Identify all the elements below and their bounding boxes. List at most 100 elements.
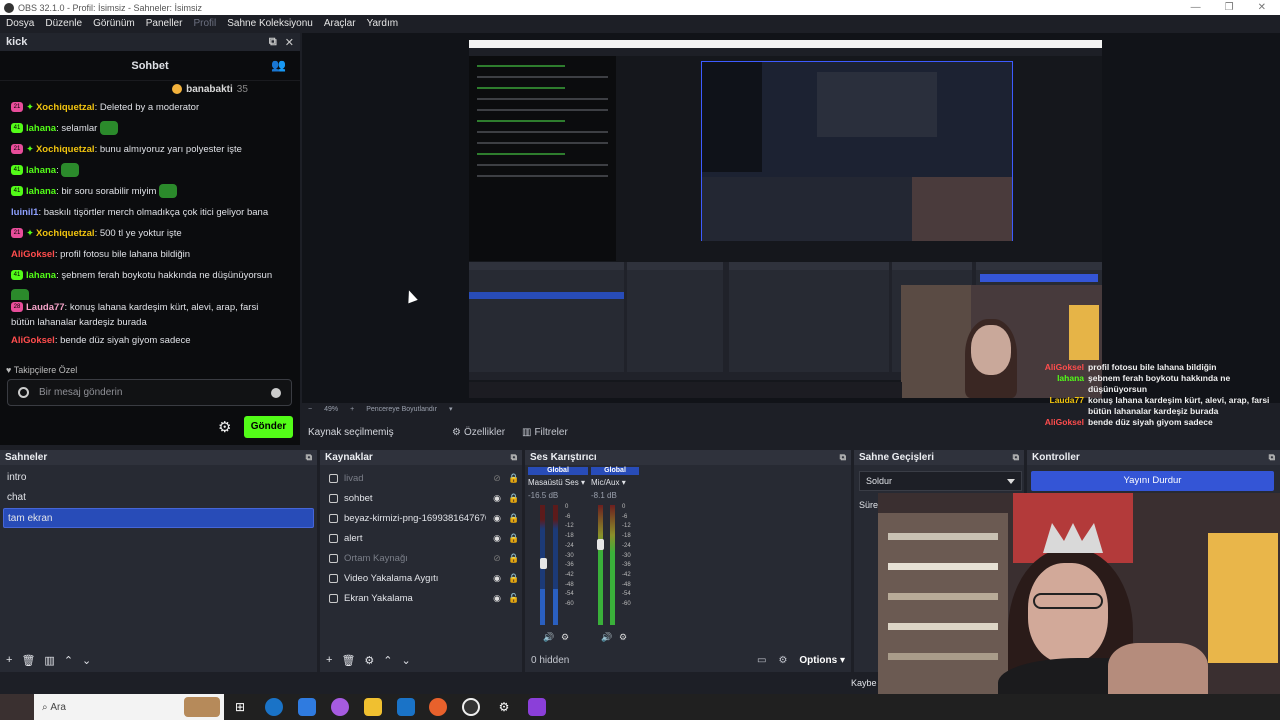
chat-username[interactable]: lahana: [26, 123, 56, 134]
chat-username[interactable]: Lauda77: [26, 302, 65, 313]
eye-hidden-icon[interactable]: ⊘: [492, 473, 502, 484]
lock-icon[interactable]: 🔒: [508, 573, 519, 584]
trash-icon[interactable]: 🗑: [21, 654, 35, 667]
chat-username[interactable]: lahana: [26, 186, 56, 197]
taskbar-search[interactable]: ⌕ Ara: [34, 694, 224, 720]
chevron-up-icon[interactable]: ⌃: [64, 654, 73, 667]
lock-icon[interactable]: 🔒: [508, 553, 519, 564]
undock-icon[interactable]: ⧉: [1013, 452, 1019, 463]
chat-username[interactable]: lahana: [26, 165, 56, 176]
source-item[interactable]: sohbet ◉ 🔒: [323, 488, 519, 508]
chat-username[interactable]: Xochiquetzal: [36, 144, 95, 155]
options-button[interactable]: Options ▾: [799, 655, 845, 666]
filters-button[interactable]: ▥ Filtreler: [522, 427, 568, 438]
settings-icon[interactable]: ⚙: [561, 632, 569, 643]
source-item[interactable]: livad ⊘ 🔒: [323, 468, 519, 488]
menu-profile[interactable]: Profil: [193, 18, 216, 29]
chevron-down-icon[interactable]: ⌄: [402, 654, 411, 667]
minimize-button[interactable]: —: [1191, 2, 1201, 13]
menu-docks[interactable]: Paneller: [146, 18, 183, 29]
eye-icon[interactable]: ◉: [492, 593, 502, 604]
chevron-down-icon[interactable]: ▾: [581, 478, 585, 487]
chevron-down-icon[interactable]: ▾: [622, 478, 626, 487]
chat-username[interactable]: Xochiquetzal: [36, 228, 95, 239]
menu-edit[interactable]: Düzenle: [45, 18, 82, 29]
add-icon[interactable]: +: [6, 654, 12, 666]
emoji-icon[interactable]: [271, 387, 281, 398]
source-item[interactable]: beyaz-kirmizi-png-1699381647670.p ◉ 🔒: [323, 508, 519, 528]
scene-item[interactable]: intro: [3, 468, 314, 488]
filter-icon[interactable]: ▥: [44, 654, 54, 667]
chat-settings-gear-icon[interactable]: ⚙: [218, 418, 231, 436]
stop-streaming-button[interactable]: Yayını Durdur: [1031, 471, 1274, 491]
volume-slider[interactable]: [597, 539, 604, 550]
chevron-down-icon[interactable]: ▾: [449, 405, 453, 413]
close-dock-icon[interactable]: ✕: [285, 36, 294, 49]
source-item[interactable]: Ekran Yakalama ◉ 🔓: [323, 588, 519, 608]
chat-input[interactable]: Bir mesaj gönderin: [7, 379, 292, 406]
layout-icon[interactable]: ▭: [757, 655, 766, 666]
speaker-icon[interactable]: 🔊: [543, 632, 554, 643]
eye-icon[interactable]: ◉: [492, 493, 502, 504]
eye-icon[interactable]: ◉: [492, 513, 502, 524]
mail-icon[interactable]: [397, 698, 415, 716]
source-item[interactable]: Video Yakalama Aygıtı ◉ 🔒: [323, 568, 519, 588]
zoom-in-icon[interactable]: +: [350, 406, 354, 413]
add-icon[interactable]: +: [326, 654, 332, 666]
undock-icon[interactable]: ⧉: [840, 452, 846, 463]
eye-icon[interactable]: ◉: [492, 573, 502, 584]
menu-file[interactable]: Dosya: [6, 18, 34, 29]
menu-view[interactable]: Görünüm: [93, 18, 135, 29]
eye-icon[interactable]: ◉: [492, 533, 502, 544]
settings-gear-icon[interactable]: ⚙: [495, 698, 513, 716]
lock-icon[interactable]: 🔒: [508, 473, 519, 484]
chevron-up-icon[interactable]: ⌃: [383, 654, 392, 667]
volume-slider[interactable]: [540, 558, 547, 569]
speaker-icon[interactable]: 🔊: [601, 632, 612, 643]
lock-icon[interactable]: 🔒: [508, 533, 519, 544]
menu-help[interactable]: Yardım: [367, 18, 399, 29]
send-button[interactable]: Gönder: [244, 416, 293, 438]
maximize-button[interactable]: ❐: [1225, 2, 1234, 13]
menu-tools[interactable]: Araçlar: [324, 18, 356, 29]
users-icon[interactable]: 👥: [271, 58, 286, 72]
firefox-icon[interactable]: [429, 698, 447, 716]
advanced-audio-icon[interactable]: ⚙: [778, 655, 787, 666]
source-item[interactable]: Ortam Kaynağı ⊘ 🔒: [323, 548, 519, 568]
undock-icon[interactable]: ⧉: [1269, 452, 1275, 463]
copilot-icon[interactable]: [331, 698, 349, 716]
edge-icon[interactable]: [265, 698, 283, 716]
chat-username[interactable]: AliGoksel: [11, 335, 55, 346]
trash-icon[interactable]: 🗑: [341, 654, 355, 667]
source-item[interactable]: alert ◉ 🔒: [323, 528, 519, 548]
scene-item[interactable]: chat: [3, 488, 314, 508]
program-preview[interactable]: [469, 40, 1102, 398]
lock-icon[interactable]: 🔒: [508, 513, 519, 524]
app-icon[interactable]: [528, 698, 546, 716]
settings-icon[interactable]: ⚙: [619, 632, 627, 643]
start-button[interactable]: [0, 694, 34, 720]
store-icon[interactable]: [298, 698, 316, 716]
chat-username[interactable]: lahana: [26, 270, 56, 281]
eye-hidden-icon[interactable]: ⊘: [492, 553, 502, 564]
undock-icon[interactable]: ⧉: [306, 452, 312, 463]
fit-to-window[interactable]: Pencereye Boyutlandır: [366, 406, 437, 413]
obs-icon[interactable]: [462, 698, 480, 716]
chat-username[interactable]: luinil1: [11, 207, 38, 218]
scene-item[interactable]: tam ekran: [3, 508, 314, 528]
properties-button[interactable]: ⚙ Özellikler: [452, 427, 505, 438]
gear-icon[interactable]: ⚙: [364, 654, 374, 667]
zoom-out-icon[interactable]: −: [308, 406, 312, 413]
chat-messages[interactable]: 21 ✦ Xochiquetzal: Deleted by a moderator …: [0, 97, 300, 351]
transition-select[interactable]: Soldur: [859, 471, 1022, 491]
close-button[interactable]: ✕: [1258, 2, 1266, 13]
chevron-down-icon[interactable]: ⌄: [82, 654, 91, 667]
menu-scene-collection[interactable]: Sahne Koleksiyonu: [227, 18, 313, 29]
unlock-icon[interactable]: 🔓: [508, 593, 519, 604]
undock-icon[interactable]: ⧉: [511, 452, 517, 463]
lock-icon[interactable]: 🔒: [508, 493, 519, 504]
undock-icon[interactable]: ⧉: [269, 36, 277, 49]
folder-icon[interactable]: [364, 698, 382, 716]
chat-username[interactable]: Xochiquetzal: [36, 102, 95, 113]
chat-username[interactable]: AliGoksel: [11, 249, 55, 260]
